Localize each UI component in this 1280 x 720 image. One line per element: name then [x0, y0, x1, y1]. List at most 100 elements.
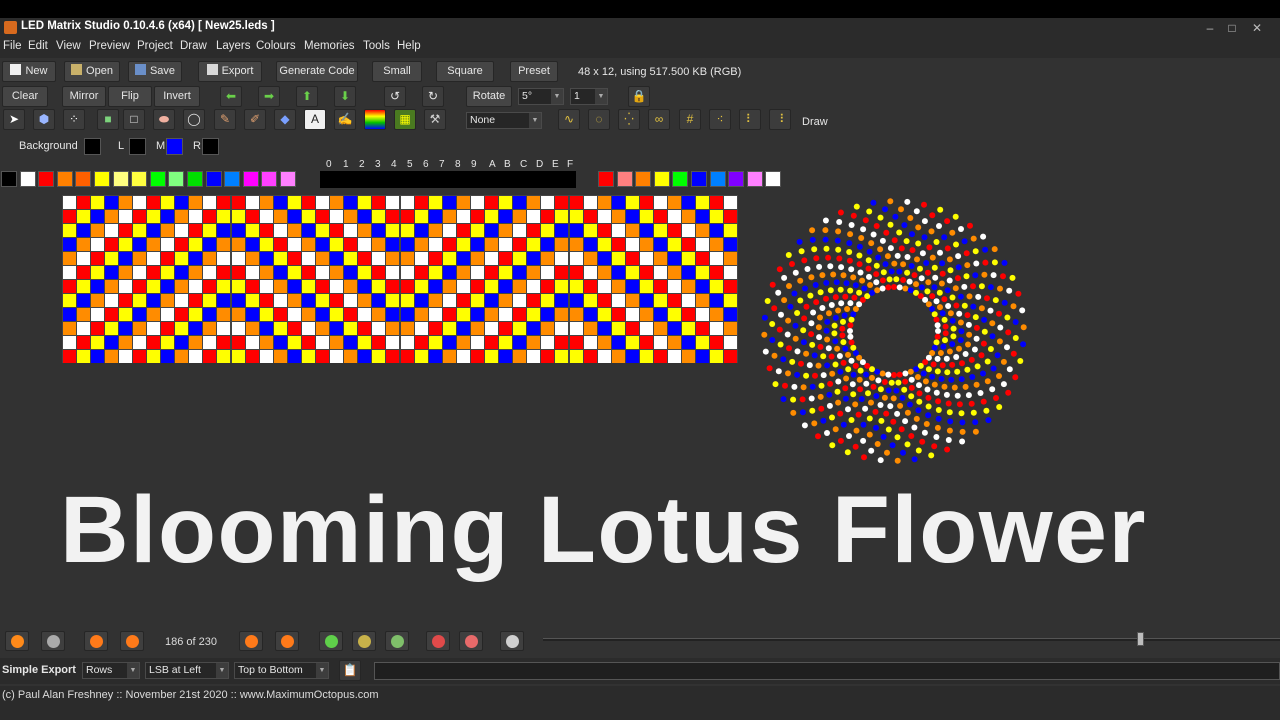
- led-cell[interactable]: [203, 265, 217, 279]
- palette-colour-swatch[interactable]: [38, 171, 55, 187]
- palette-colour-swatch[interactable]: [149, 171, 166, 187]
- led-cell[interactable]: [118, 209, 132, 223]
- led-cell[interactable]: [147, 279, 161, 293]
- led-cell[interactable]: [485, 279, 499, 293]
- led-cell[interactable]: [189, 223, 203, 237]
- led-cell[interactable]: [682, 251, 696, 265]
- led-cell[interactable]: [118, 349, 132, 363]
- led-cell[interactable]: [625, 349, 639, 363]
- led-cell[interactable]: [132, 195, 146, 209]
- gradient-select[interactable]: None ▼: [466, 112, 542, 129]
- led-cell[interactable]: [358, 223, 372, 237]
- led-cell[interactable]: [541, 195, 555, 209]
- led-cell[interactable]: [90, 321, 104, 335]
- led-cell[interactable]: [724, 195, 738, 209]
- led-cell[interactable]: [62, 237, 76, 251]
- palette-colour-swatch[interactable]: [187, 171, 203, 187]
- shift-down-button[interactable]: ⬇: [334, 86, 356, 107]
- led-cell[interactable]: [597, 293, 611, 307]
- led-cell[interactable]: [400, 195, 414, 209]
- led-cell[interactable]: [161, 349, 175, 363]
- led-cell[interactable]: [62, 251, 76, 265]
- led-cell[interactable]: [301, 237, 315, 251]
- led-cell[interactable]: [330, 293, 344, 307]
- led-cell[interactable]: [414, 321, 428, 335]
- led-cell[interactable]: [330, 195, 344, 209]
- led-cell[interactable]: [470, 349, 484, 363]
- led-cell[interactable]: [90, 335, 104, 349]
- led-cell[interactable]: [386, 349, 400, 363]
- led-cell[interactable]: [710, 349, 724, 363]
- led-cell[interactable]: [597, 335, 611, 349]
- led-cell[interactable]: [189, 307, 203, 321]
- led-cell[interactable]: [625, 335, 639, 349]
- select-tool[interactable]: ➤: [3, 109, 25, 130]
- led-cell[interactable]: [245, 335, 259, 349]
- led-cell[interactable]: [62, 195, 76, 209]
- led-cell[interactable]: [62, 265, 76, 279]
- led-cell[interactable]: [499, 223, 513, 237]
- led-cell[interactable]: [724, 321, 738, 335]
- export-button[interactable]: Export: [198, 61, 262, 82]
- led-cell[interactable]: [654, 209, 668, 223]
- led-cell[interactable]: [161, 223, 175, 237]
- led-cell[interactable]: [555, 195, 569, 209]
- led-cell[interactable]: [118, 279, 132, 293]
- led-cell[interactable]: [710, 293, 724, 307]
- led-cell[interactable]: [147, 251, 161, 265]
- led-cell[interactable]: [710, 237, 724, 251]
- led-cell[interactable]: [132, 209, 146, 223]
- led-cell[interactable]: [132, 293, 146, 307]
- led-cell[interactable]: [696, 237, 710, 251]
- led-cell[interactable]: [175, 209, 189, 223]
- lock-button[interactable]: 🔒: [628, 86, 650, 107]
- led-cell[interactable]: [147, 209, 161, 223]
- led-cell[interactable]: [203, 293, 217, 307]
- led-cell[interactable]: [76, 321, 90, 335]
- led-cell[interactable]: [358, 349, 372, 363]
- led-cell[interactable]: [231, 251, 245, 265]
- led-cell[interactable]: [682, 335, 696, 349]
- palette-colour-swatch[interactable]: [746, 171, 763, 187]
- led-cell[interactable]: [132, 279, 146, 293]
- led-cell[interactable]: [470, 237, 484, 251]
- led-cell[interactable]: [245, 349, 259, 363]
- led-cell[interactable]: [513, 349, 527, 363]
- led-cell[interactable]: [217, 293, 231, 307]
- led-cell[interactable]: [287, 321, 301, 335]
- led-cell[interactable]: [555, 293, 569, 307]
- menu-layers[interactable]: Layers: [216, 40, 251, 52]
- led-cell[interactable]: [231, 279, 245, 293]
- led-cell[interactable]: [287, 237, 301, 251]
- led-cell[interactable]: [470, 265, 484, 279]
- led-cell[interactable]: [189, 265, 203, 279]
- led-cell[interactable]: [625, 223, 639, 237]
- palette-colour-swatch[interactable]: [242, 171, 259, 187]
- led-cell[interactable]: [175, 195, 189, 209]
- led-cell[interactable]: [527, 265, 541, 279]
- led-cell[interactable]: [104, 223, 118, 237]
- led-cell[interactable]: [161, 279, 175, 293]
- pattern-left-tool[interactable]: ⠇: [739, 109, 761, 130]
- led-cell[interactable]: [527, 223, 541, 237]
- led-cell[interactable]: [696, 321, 710, 335]
- led-cell[interactable]: [569, 195, 583, 209]
- led-cell[interactable]: [499, 335, 513, 349]
- led-cell[interactable]: [76, 265, 90, 279]
- led-cell[interactable]: [668, 321, 682, 335]
- led-cell[interactable]: [301, 209, 315, 223]
- led-cell[interactable]: [611, 265, 625, 279]
- palette-colour-swatch[interactable]: [616, 171, 633, 187]
- background-colour-swatch[interactable]: [84, 138, 101, 155]
- delete-many-frames-button[interactable]: [459, 631, 483, 651]
- led-cell[interactable]: [414, 237, 428, 251]
- led-cell[interactable]: [668, 265, 682, 279]
- led-cell[interactable]: [583, 279, 597, 293]
- shift-right-button[interactable]: ➡: [258, 86, 280, 107]
- led-cell[interactable]: [611, 335, 625, 349]
- led-cell[interactable]: [259, 321, 273, 335]
- led-cell[interactable]: [583, 265, 597, 279]
- led-cell[interactable]: [231, 195, 245, 209]
- middle-colour-swatch[interactable]: [166, 138, 183, 155]
- led-cell[interactable]: [668, 293, 682, 307]
